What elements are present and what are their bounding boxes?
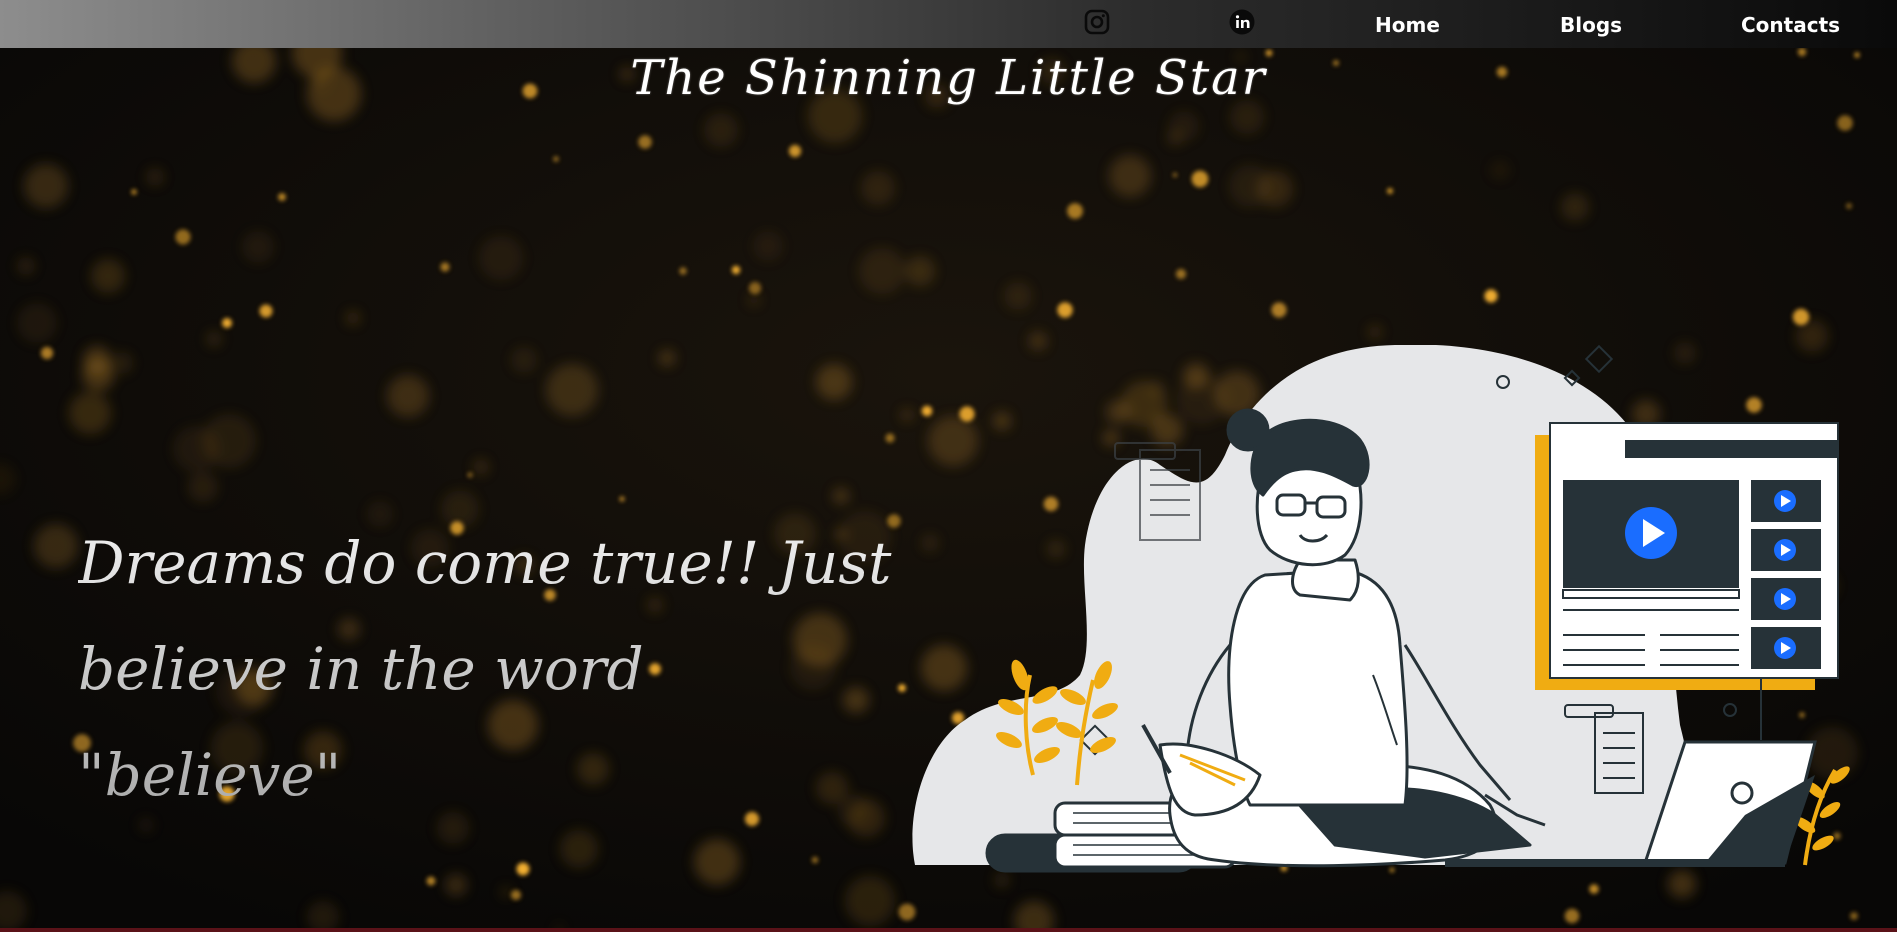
hero-tagline: Dreams do come true!! Just believe in th… bbox=[78, 510, 898, 828]
nav-blogs[interactable]: Blogs bbox=[1560, 13, 1622, 37]
linkedin-icon bbox=[1229, 9, 1255, 35]
instagram-icon bbox=[1084, 9, 1110, 35]
site-title: The Shinning Little Star bbox=[630, 50, 1267, 106]
linkedin-link[interactable] bbox=[1228, 8, 1256, 36]
tagline-line-2: believe in the word "believe" bbox=[78, 635, 644, 809]
nav-home[interactable]: Home bbox=[1375, 13, 1440, 37]
tagline-line-1: Dreams do come true!! Just bbox=[78, 529, 892, 597]
instagram-link[interactable] bbox=[1083, 8, 1111, 36]
top-nav-bar: Home Blogs Contacts bbox=[0, 0, 1897, 48]
woman-studying-online-illustration bbox=[912, 345, 1850, 873]
nav-contacts[interactable]: Contacts bbox=[1741, 13, 1840, 37]
bottom-border bbox=[0, 928, 1897, 932]
